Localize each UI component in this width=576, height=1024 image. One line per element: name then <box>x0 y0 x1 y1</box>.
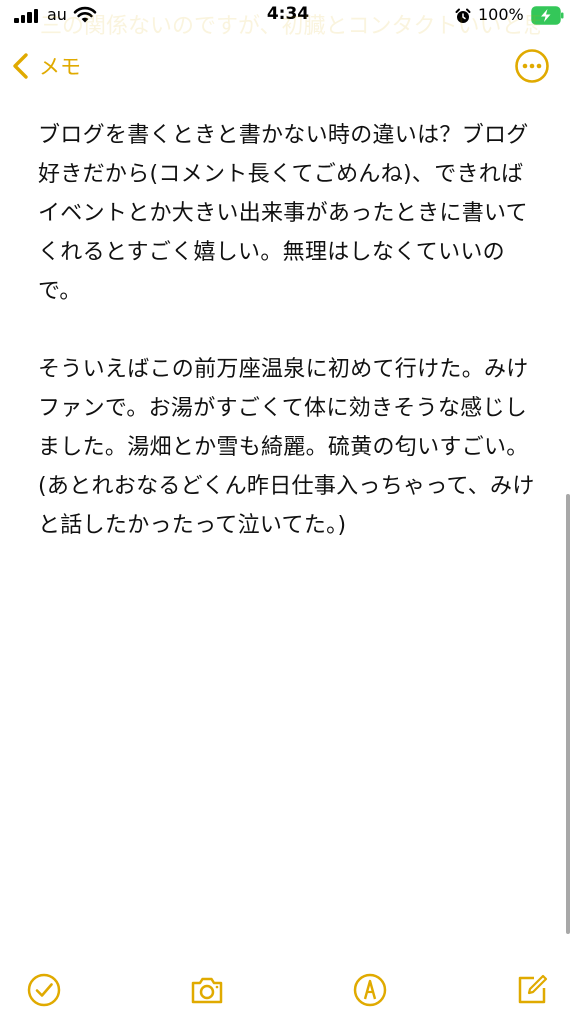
camera-icon <box>191 977 223 1004</box>
note-body[interactable]: ブログを書くときと書かない時の違いは？ブログ好きだから(コメント長くてごめんね)… <box>38 116 538 545</box>
more-button[interactable] <box>514 48 550 84</box>
scrolled-content-ghost: 三の関係ないのですが、初臓とコンタクトいいと思う？ <box>40 14 540 39</box>
chevron-left-icon <box>13 53 28 79</box>
checklist-button[interactable] <box>24 970 64 1010</box>
back-label: メモ <box>39 55 81 79</box>
checklist-icon <box>27 973 61 1007</box>
camera-button[interactable] <box>187 970 227 1010</box>
scroll-indicator <box>566 494 570 934</box>
compose-button[interactable] <box>512 970 552 1010</box>
markup-icon <box>353 973 387 1007</box>
markup-button[interactable] <box>350 970 390 1010</box>
compose-icon <box>518 974 548 1004</box>
back-button[interactable]: メモ <box>10 48 81 84</box>
